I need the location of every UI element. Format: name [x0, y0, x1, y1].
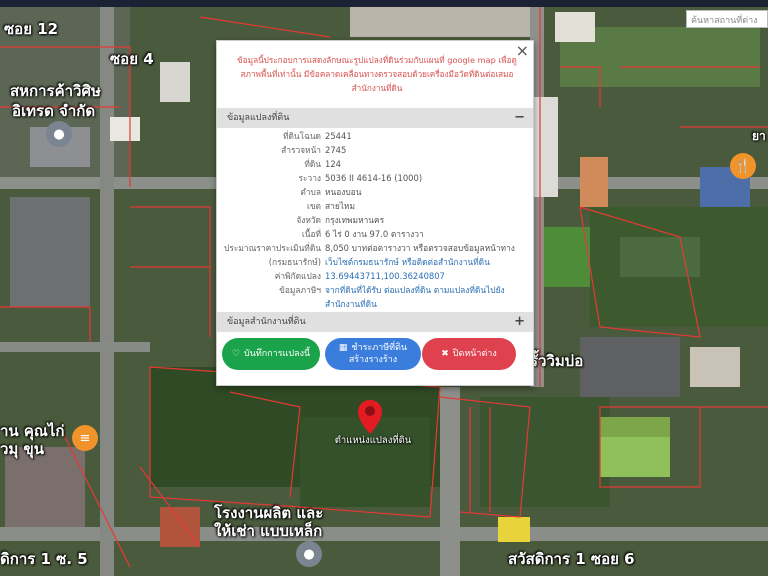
map-label-edge: ยา: [752, 129, 766, 143]
map-label-soi12: ซอย 12: [4, 20, 59, 38]
map-label-rua-wim-bo: รั้ววิมบ่อ: [530, 352, 584, 370]
section-land-office-label: ข้อมูลสำนักงานที่ดิน: [227, 317, 306, 327]
row-key: เขต: [306, 201, 321, 211]
coordinates-link[interactable]: 13.69443711,100.36240807: [325, 271, 525, 282]
close-x-icon: ✖: [441, 349, 449, 359]
map-label-sawatdikan-soi5: ดิการ 1 ซ. 5: [0, 550, 88, 568]
disclaimer-notice: ข้อมูลนี้ประกอบการแสดงลักษณะรูปแปลงที่ดิ…: [237, 55, 517, 93]
section-land-office[interactable]: ข้อมูลสำนักงานที่ดิน +: [217, 312, 533, 332]
map-label-wamu-khun: วมุ ขุน: [0, 440, 45, 458]
pay-land-tax-button[interactable]: ▦ ชำระภาษีที่ดิน สร้างรางร้าง: [325, 338, 421, 370]
search-input[interactable]: ค้นหาสถานที่ต่าง: [686, 10, 768, 28]
receipt-icon: ▦: [338, 343, 348, 353]
row-key: สำรวจหน้า: [281, 145, 321, 155]
row-key: (กรมธนารักษ์): [268, 257, 321, 267]
row-value: 25441: [325, 131, 352, 141]
map-label-company-2: อิเทรด จำกัด: [12, 102, 96, 120]
pin-caption: ตำแหน่งแปลงที่ดิน: [334, 435, 412, 446]
poi-orange-icon[interactable]: ≡: [72, 425, 98, 451]
tax-link-cont[interactable]: สำนักงานที่ดิน: [325, 299, 525, 310]
row-value: กรุงเทพมหานคร: [325, 215, 385, 225]
close-window-label: ปิดหน้าต่าง: [452, 349, 497, 359]
row-key: ข้อมูลภาษีฯ: [279, 285, 321, 295]
row-value: 5036 II 4614-16 (1000): [325, 173, 423, 183]
row-key: ค่าพิกัดแปลง: [274, 271, 321, 281]
row-key: ที่ดิน: [304, 159, 321, 169]
map-label-sawatdikan-soi6: สวัสดิการ 1 ซอย 6: [508, 550, 635, 568]
collapse-icon[interactable]: −: [514, 108, 525, 128]
parcel-info-panel: × ข้อมูลนี้ประกอบการแสดงลักษณะรูปแปลงที่…: [216, 40, 534, 386]
row-value: 124: [325, 159, 341, 169]
row-key: จังหวัด: [296, 215, 321, 225]
heart-icon: ♡: [231, 349, 240, 359]
row-value: 6 ไร่ 0 งาน 97.0 ตารางวา: [325, 229, 424, 239]
close-window-button[interactable]: ✖ ปิดหน้าต่าง: [422, 338, 516, 370]
save-parcel-label: บันทึกการแปลงนี้: [243, 349, 311, 359]
map-label-soi4: ซอย 4: [110, 50, 154, 68]
expand-icon[interactable]: +: [514, 312, 525, 332]
save-parcel-button[interactable]: ♡ บันทึกการแปลงนี้: [222, 338, 320, 370]
tax-link[interactable]: จากที่ดินที่ได้รับ ต่อแปลงที่ดิน ตามแปลง…: [325, 285, 525, 296]
row-key: ที่ดินโฉนด: [282, 131, 321, 141]
row-key: ตำบล: [300, 187, 321, 197]
treasury-link[interactable]: เว็บไซต์กรมธนารักษ์ หรือติดต่อสำนักงานที…: [325, 257, 525, 268]
poi-grey-icon[interactable]: ●: [296, 541, 322, 567]
row-value: สายไหม: [325, 201, 355, 211]
row-key: เนื้อที่: [301, 229, 321, 239]
map-label-factory-2: ให้เช่า แบบเหล็ก: [214, 522, 323, 540]
row-key: ประมาณราคาประเมินที่ดิน: [224, 243, 321, 253]
row-value: หนองบอน: [325, 187, 362, 197]
restaurant-icon[interactable]: 🍴: [730, 153, 756, 179]
row-value: 2745: [325, 145, 347, 155]
row-value: 8,050 บาทต่อตารางวา หรือตรวจสอบข้อมูลหน้…: [325, 243, 515, 253]
top-bar: [0, 0, 768, 7]
row-key: ระวาง: [298, 173, 322, 183]
section-parcel-info-label: ข้อมูลแปลงที่ดิน: [227, 113, 290, 123]
pay-tax-label-1: ชำระภาษีที่ดิน: [351, 343, 408, 353]
map-poi-pin-icon[interactable]: ●: [46, 121, 72, 147]
section-parcel-info[interactable]: ข้อมูลแปลงที่ดิน −: [217, 108, 533, 128]
pay-tax-label-2: สร้างรางร้าง: [348, 355, 398, 365]
